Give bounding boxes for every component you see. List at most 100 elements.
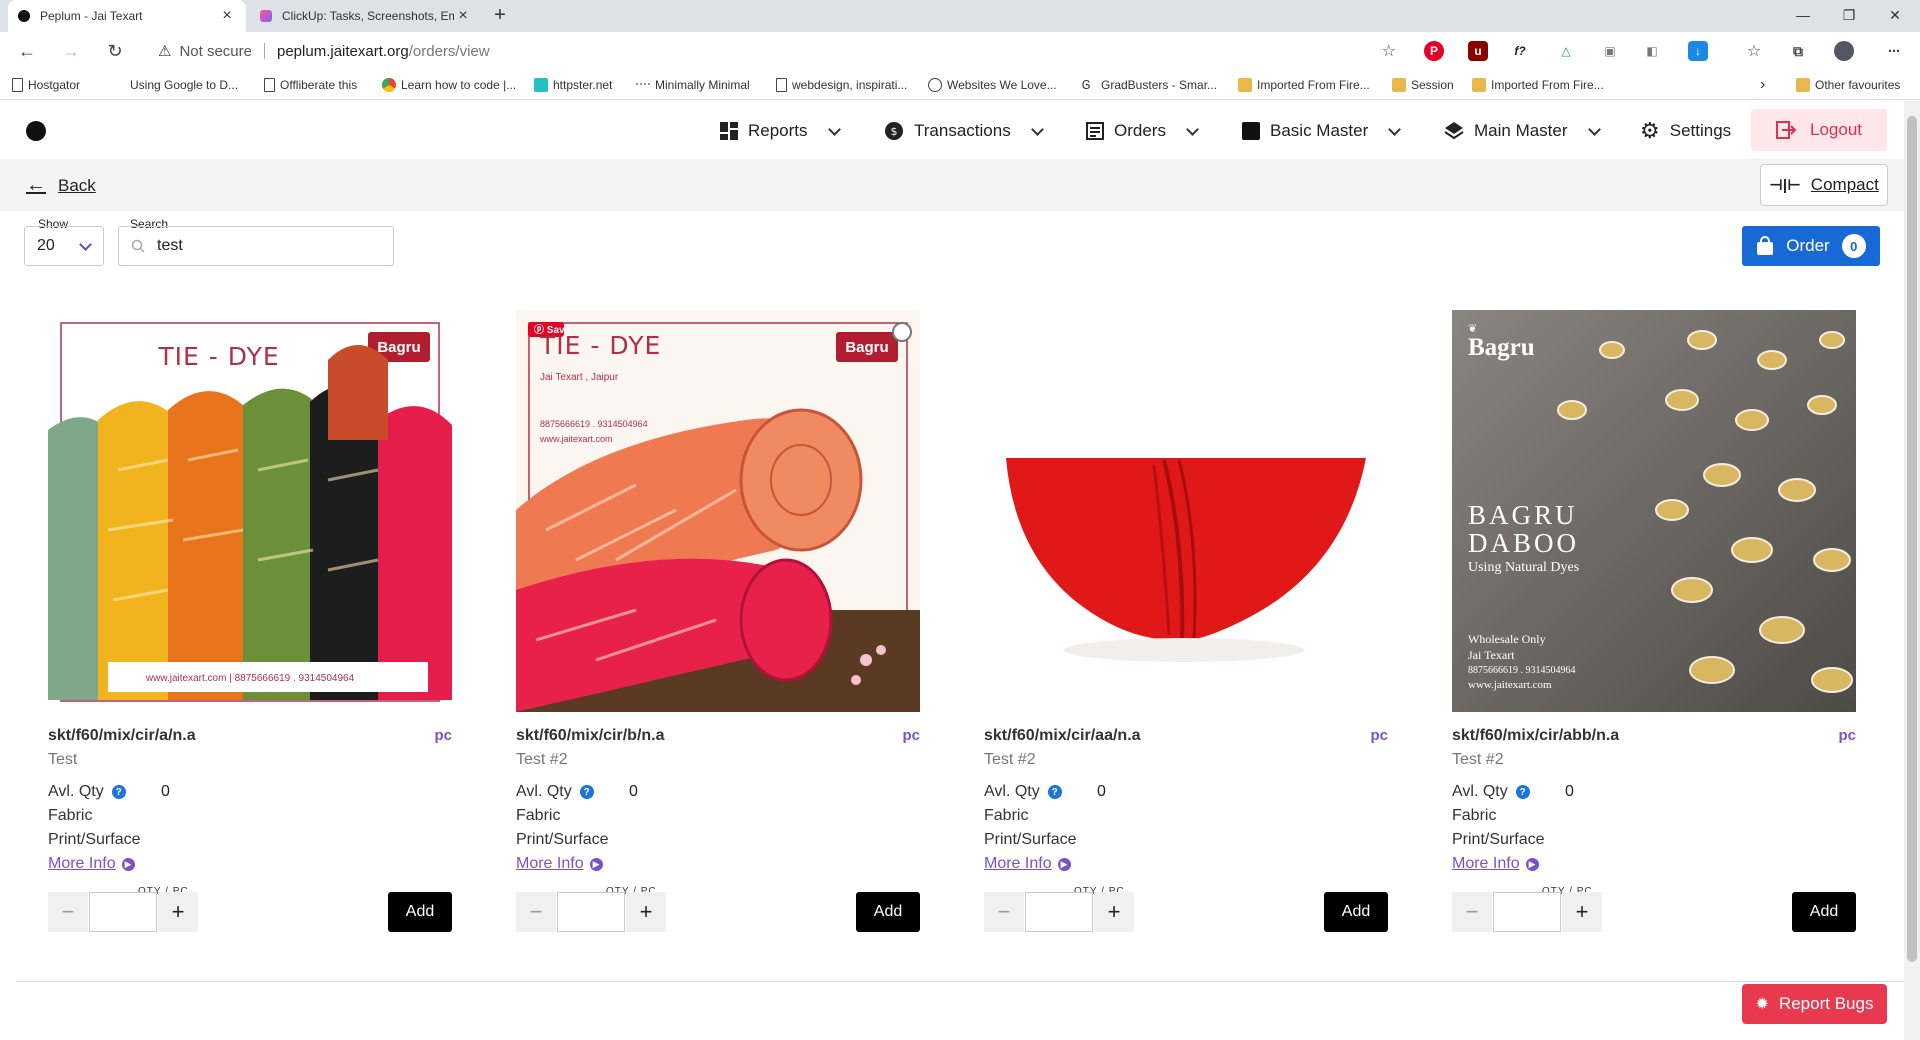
nav-main-master[interactable]: Main Master: [1444, 117, 1601, 145]
product-image[interactable]: [984, 310, 1388, 712]
order-count-badge: 0: [1841, 234, 1866, 258]
product-image[interactable]: ❦ Bagru BAGRU DABOO Using Natural Dyes W…: [1452, 310, 1856, 712]
close-tab-icon[interactable]: ×: [218, 7, 236, 25]
bookmark-item[interactable]: Offliberate this: [264, 76, 357, 94]
close-tab-icon[interactable]: ×: [454, 7, 472, 25]
bookmark-item[interactable]: Websites We Love...: [928, 76, 1057, 94]
nav-orders[interactable]: Orders: [1086, 117, 1199, 145]
image-phone: 8875666619 . 9314504964: [540, 419, 648, 429]
add-favourite-icon[interactable]: ☆: [1382, 41, 1396, 61]
add-button[interactable]: Add: [388, 892, 452, 932]
app-logo[interactable]: [26, 121, 46, 141]
arrow-right-circle-icon: ▶: [1057, 857, 1071, 871]
add-button[interactable]: Add: [856, 892, 920, 932]
bookmark-item[interactable]: httpster.net: [534, 76, 612, 94]
arrow-right-circle-icon: ▶: [589, 857, 603, 871]
qty-input[interactable]: [89, 892, 157, 932]
minimize-icon[interactable]: —: [1780, 0, 1826, 30]
back-link[interactable]: ← Back: [26, 174, 96, 197]
window-extension-icon[interactable]: ◧: [1642, 41, 1662, 61]
arrow-left-icon: ←: [26, 174, 46, 196]
new-tab-button[interactable]: +: [486, 4, 514, 28]
app-navbar: Reports $ Transactions Orders Basic Mast…: [0, 101, 1920, 159]
more-menu-icon[interactable]: ⋯: [1884, 41, 1904, 61]
ublock-extension-icon[interactable]: u: [1468, 41, 1488, 61]
screenshot-extension-icon[interactable]: ▣: [1600, 41, 1620, 61]
close-window-icon[interactable]: ✕: [1872, 0, 1918, 30]
help-icon[interactable]: ?: [579, 785, 594, 799]
clickup-favicon-icon: [260, 10, 272, 22]
help-icon[interactable]: ?: [111, 785, 126, 799]
qty-increment-button[interactable]: +: [626, 892, 666, 932]
back-arrow-icon[interactable]: ←: [14, 40, 40, 62]
order-button[interactable]: Order 0: [1742, 226, 1880, 266]
bookmark-item[interactable]: Learn how to code |...: [382, 76, 516, 94]
more-info-link[interactable]: More Info ▶: [516, 855, 603, 873]
bookmark-item[interactable]: Ꮆ GradBusters - Smar...: [1082, 76, 1217, 94]
bookmark-item[interactable]: Imported From Fire...: [1472, 76, 1604, 94]
avl-qty-value: 0: [629, 783, 638, 800]
search-value: test: [157, 237, 183, 254]
reload-icon[interactable]: ↻: [102, 40, 128, 62]
bookmark-item[interactable]: Imported From Fire...: [1238, 76, 1370, 94]
bookmark-label: Imported From Fire...: [1257, 78, 1370, 92]
fabric-label: Fabric: [516, 807, 561, 824]
profile-avatar[interactable]: [1834, 41, 1854, 61]
search-input[interactable]: test: [118, 226, 394, 266]
bookmark-item[interactable]: Minimally Minimal: [636, 76, 750, 94]
tab-peplum[interactable]: Peplum - Jai Texart ×: [8, 0, 246, 32]
add-button[interactable]: Add: [1324, 892, 1388, 932]
qty-decrement-button[interactable]: −: [48, 892, 88, 932]
product-card: ⓟ Save TIE - DYE Bagru Jai Texart , Jaip…: [516, 310, 920, 932]
chevron-right-icon[interactable]: ›: [1760, 76, 1765, 94]
product-image[interactable]: TIE - DYE Bagru www.jaitexart.com | 8875…: [48, 310, 452, 712]
drive-extension-icon[interactable]: △: [1556, 41, 1576, 61]
qty-decrement-button[interactable]: −: [1452, 892, 1492, 932]
help-icon[interactable]: ?: [1047, 785, 1062, 799]
qty-input[interactable]: [1493, 892, 1561, 932]
bookmark-label: Hostgator: [28, 78, 81, 92]
url-path: /orders/view: [408, 42, 490, 60]
qty-input[interactable]: [557, 892, 625, 932]
nav-reports[interactable]: Reports: [720, 117, 841, 145]
bookmark-item[interactable]: webdesign, inspirati...: [776, 76, 907, 94]
bookmark-item[interactable]: Session: [1392, 76, 1454, 94]
url-domain: peplum.jaitexart.org: [277, 42, 409, 60]
scrollbar-thumb[interactable]: [1907, 116, 1917, 962]
logout-button[interactable]: Logout: [1751, 109, 1887, 151]
more-info-link[interactable]: More Info ▶: [48, 855, 135, 873]
qty-increment-button[interactable]: +: [1094, 892, 1134, 932]
show-select[interactable]: 20: [24, 226, 104, 266]
more-info-link[interactable]: More Info ▶: [984, 855, 1071, 873]
bookmark-item[interactable]: Hostgator: [12, 76, 80, 94]
search-icon: [131, 239, 145, 253]
qty-decrement-button[interactable]: −: [516, 892, 556, 932]
add-button[interactable]: Add: [1792, 892, 1856, 932]
nav-transactions[interactable]: $ Transactions: [884, 117, 1044, 145]
bookmark-item[interactable]: Using Google to D...: [130, 76, 238, 94]
report-bugs-button[interactable]: ✹ Report Bugs: [1742, 984, 1887, 1024]
favourites-icon[interactable]: ☆: [1744, 41, 1764, 61]
qty-input[interactable]: [1025, 892, 1093, 932]
more-info-link[interactable]: More Info ▶: [1452, 855, 1539, 873]
tab-clickup[interactable]: ClickUp: Tasks, Screenshots, Ema ×: [250, 0, 482, 32]
collections-icon[interactable]: ⧉: [1788, 41, 1808, 61]
restore-icon[interactable]: ❐: [1826, 0, 1872, 30]
other-favourites[interactable]: Other favourites: [1796, 76, 1900, 94]
qty-increment-button[interactable]: +: [1562, 892, 1602, 932]
help-icon[interactable]: ?: [1515, 785, 1530, 799]
download-extension-icon[interactable]: ↓: [1688, 41, 1708, 61]
httpster-icon: [534, 78, 548, 92]
qty-increment-button[interactable]: +: [158, 892, 198, 932]
pinterest-extension-icon[interactable]: P: [1424, 41, 1444, 61]
nav-basic-master[interactable]: Basic Master: [1242, 117, 1402, 145]
product-image[interactable]: ⓟ Save TIE - DYE Bagru Jai Texart , Jaip…: [516, 310, 920, 712]
image-brand: Bagru: [845, 339, 889, 356]
nav-settings[interactable]: ⚙ Settings: [1640, 117, 1731, 145]
forward-arrow-icon[interactable]: →: [58, 40, 84, 62]
compact-button[interactable]: ⊣|⊢ Compact: [1760, 164, 1888, 206]
address-bar[interactable]: ⚠ Not secure peplum.jaitexart.org /order…: [142, 36, 1408, 66]
qty-decrement-button[interactable]: −: [984, 892, 1024, 932]
product-sku: skt/f60/mix/cir/aa/n.a: [984, 727, 1141, 744]
whatfont-extension-icon[interactable]: f?: [1510, 41, 1530, 61]
